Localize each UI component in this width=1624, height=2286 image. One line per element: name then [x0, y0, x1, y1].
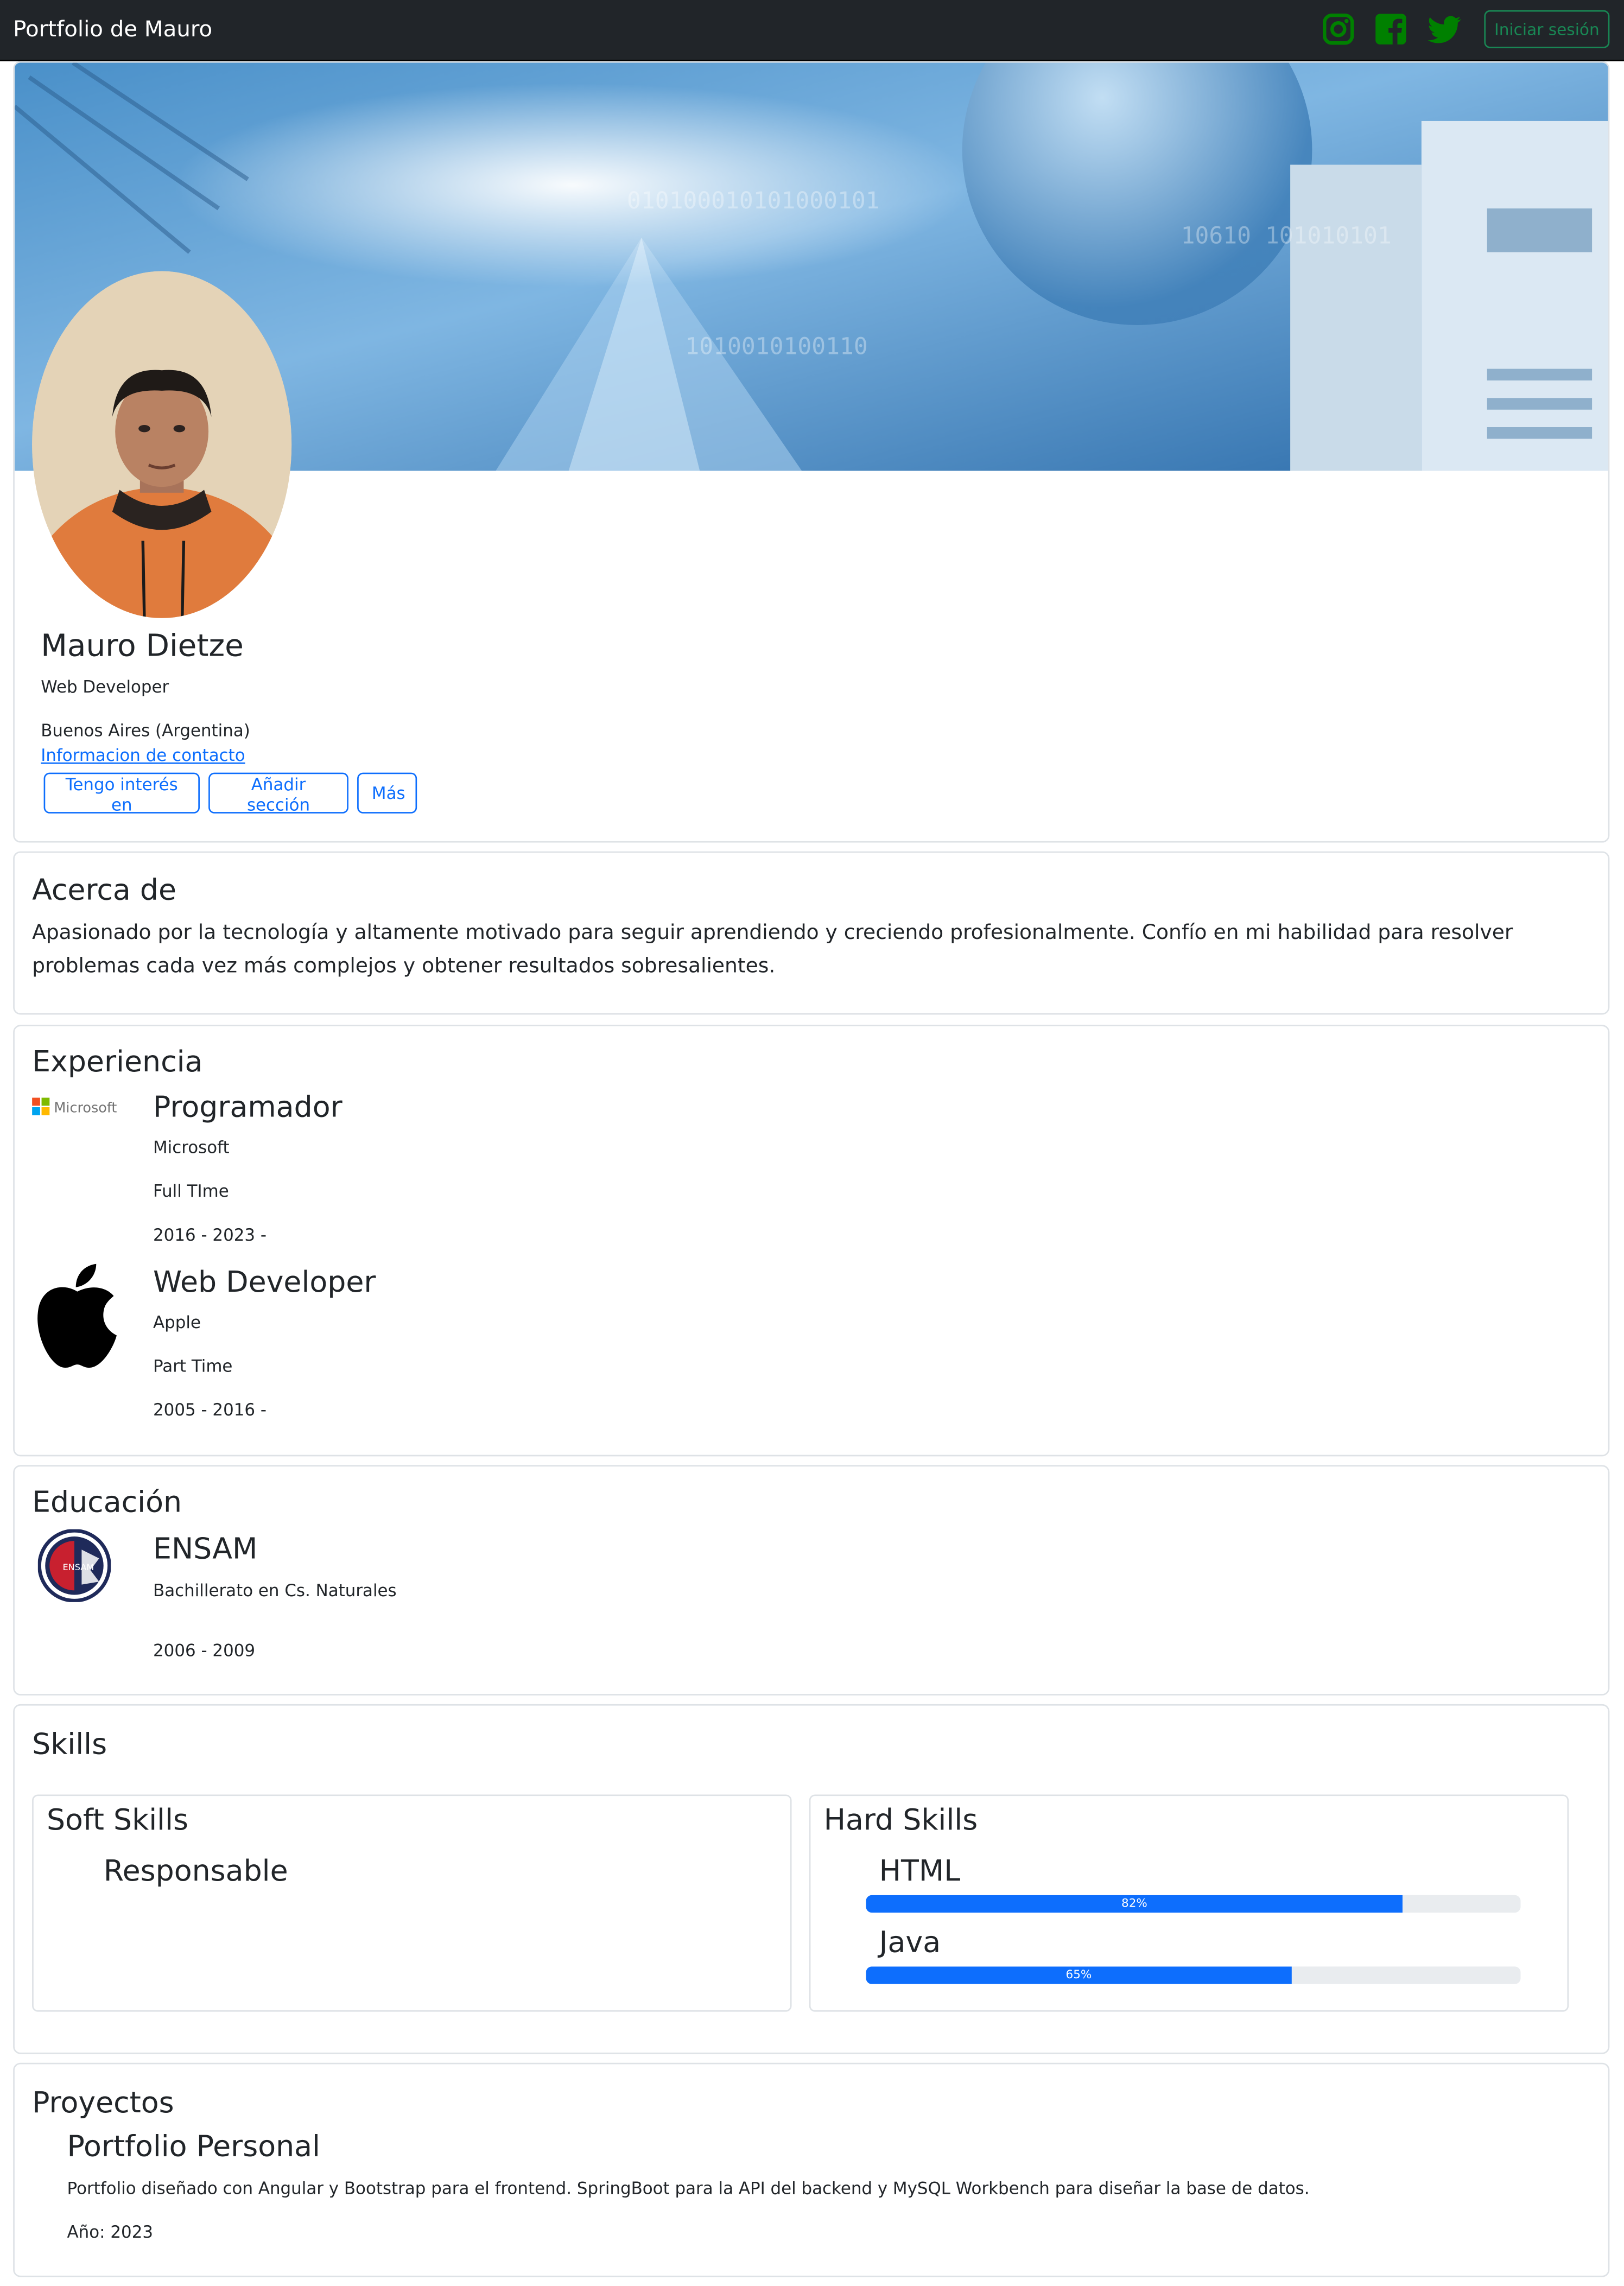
soft-skills-box: Soft Skills Responsable	[32, 1794, 792, 2012]
experience-card: Experiencia Microsoft Programador Micros…	[13, 1025, 1610, 1457]
portfolio-page: Portfolio de Mauro Iniciar sesión 010100…	[0, 0, 1624, 2286]
hard-skill-name: HTML	[879, 1852, 961, 1888]
ensam-logo: ENSAM	[37, 1528, 111, 1603]
hard-skill-progress-fill: 65%	[866, 1966, 1292, 1984]
soft-skill-item: Responsable	[103, 1852, 288, 1888]
more-button[interactable]: Más	[357, 772, 417, 814]
experience-item-company: Apple	[153, 1312, 201, 1333]
svg-text:1010010100110: 1010010100110	[685, 333, 867, 360]
twitter-icon[interactable]	[1428, 11, 1462, 46]
hard-skill-progress-bar: 82%	[866, 1895, 1521, 1913]
projects-card: Proyectos Portfolio Personal Portfolio d…	[13, 2062, 1610, 2277]
experience-item-title: Programador	[153, 1089, 342, 1124]
svg-text:ENSAM: ENSAM	[62, 1562, 94, 1572]
login-button[interactable]: Iniciar sesión	[1484, 10, 1610, 48]
svg-text:010100010101000101: 010100010101000101	[627, 187, 880, 214]
education-item-period: 2006 - 2009	[153, 1640, 256, 1661]
education-item-degree: Bachillerato en Cs. Naturales	[153, 1580, 397, 1601]
about-title: Acerca de	[32, 872, 177, 907]
instagram-icon[interactable]	[1321, 11, 1356, 46]
brand-title[interactable]: Portfolio de Mauro	[13, 16, 212, 42]
profile-name: Mauro Dietze	[41, 628, 244, 664]
project-title: Portfolio Personal	[67, 2128, 320, 2164]
projects-title: Proyectos	[32, 2084, 174, 2120]
facebook-icon[interactable]	[1373, 11, 1408, 46]
experience-title: Experiencia	[32, 1044, 203, 1079]
svg-text:10610 101010101: 10610 101010101	[1181, 223, 1392, 250]
about-card: Acerca de Apasionado por la tecnología y…	[13, 851, 1610, 1015]
experience-item-period: 2016 - 2023 -	[153, 1224, 267, 1245]
svg-text:Microsoft: Microsoft	[54, 1100, 117, 1116]
microsoft-logo: Microsoft	[32, 1095, 125, 1116]
education-title: Educación	[32, 1484, 182, 1519]
experience-item-period: 2005 - 2016 -	[153, 1399, 267, 1420]
experience-item-type: Part Time	[153, 1355, 233, 1376]
apple-logo	[32, 1262, 123, 1373]
skills-card: Skills Soft Skills Responsable Hard Skil…	[13, 1704, 1610, 2054]
experience-item-title: Web Developer	[153, 1263, 376, 1299]
project-year: Año: 2023	[67, 2221, 154, 2243]
add-section-button[interactable]: Añadir sección	[208, 772, 348, 815]
hard-skill-name: Java	[879, 1924, 941, 1959]
skills-title: Skills	[32, 1726, 107, 1761]
hard-skill-progress-fill: 82%	[866, 1895, 1403, 1913]
education-item-school: ENSAM	[153, 1531, 258, 1566]
contact-info-link[interactable]: Informacion de contacto	[41, 745, 245, 766]
profile-role: Web Developer	[41, 676, 169, 697]
soft-skills-title: Soft Skills	[46, 1801, 188, 1837]
experience-item-type: Full TIme	[153, 1180, 229, 1202]
project-description: Portfolio diseñado con Angular y Bootstr…	[67, 2177, 1310, 2199]
hard-skills-title: Hard Skills	[823, 1801, 978, 1837]
navbar: Portfolio de Mauro Iniciar sesión	[0, 0, 1624, 61]
hard-skill-progress-bar: 65%	[866, 1966, 1521, 1984]
profile-location: Buenos Aires (Argentina)	[41, 720, 250, 741]
interest-button[interactable]: Tengo interés en	[43, 772, 200, 815]
education-card: Educación ENSAM ENSAM Bachillerato en Cs…	[13, 1465, 1610, 1696]
about-text: Apasionado por la tecnología y altamente…	[32, 921, 1513, 979]
hard-skills-box: Hard Skills HTML 82% Java 65%	[809, 1794, 1569, 2012]
experience-item-company: Microsoft	[153, 1137, 230, 1158]
profile-avatar	[32, 271, 292, 618]
profile-card: 010100010101000101 10610 101010101 10100…	[13, 61, 1610, 843]
